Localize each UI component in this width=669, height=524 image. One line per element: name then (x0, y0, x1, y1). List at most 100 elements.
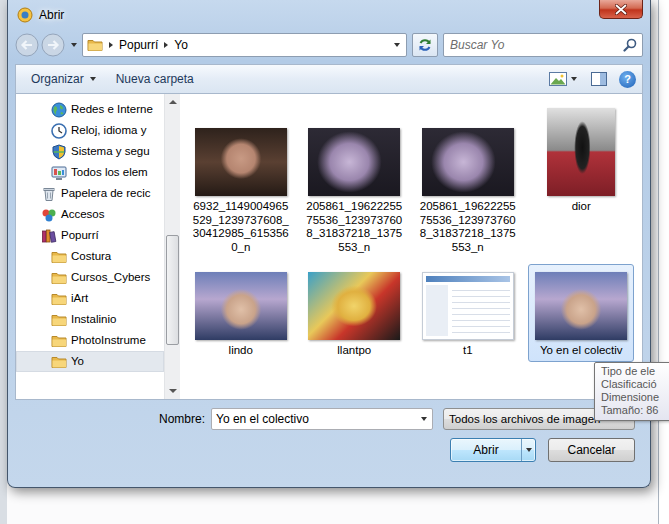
file-item[interactable]: llantpo (301, 264, 407, 362)
new-folder-button[interactable]: Nueva carpeta (107, 69, 203, 90)
file-name[interactable]: 205861_1962225575536_1239737608_31837218… (419, 200, 517, 254)
dialog-app-icon (17, 7, 33, 23)
library-icon (41, 228, 57, 244)
file-item[interactable]: 6932_1149004965529_1239737608_30412985_6… (188, 102, 294, 258)
help-icon[interactable]: ? (619, 71, 636, 88)
tooltip-line: Dimensione (601, 391, 669, 404)
sidebar-label: Redes e Interne (71, 102, 153, 116)
history-buttons (15, 33, 77, 57)
file-name[interactable]: 6932_1149004965529_1239737608_30412985_6… (192, 200, 290, 254)
sidebar-item[interactable]: Popurrí (16, 225, 164, 246)
thumbnail-frame (418, 106, 518, 196)
back-arrow-icon (15, 33, 39, 57)
desktop: Abrir Popurrí Yo Organizar Nueva carpeta? Red… (0, 0, 669, 488)
sidebar-item[interactable]: Todos los elem (16, 162, 164, 183)
forward-button[interactable] (41, 33, 65, 57)
search-box[interactable] (443, 33, 643, 57)
file-name[interactable]: t1 (419, 344, 517, 358)
sidebar-label: Yo (71, 354, 84, 368)
dropdown-arrow-icon[interactable] (526, 448, 532, 452)
recent-pages-dropdown[interactable] (71, 43, 77, 47)
forward-arrow-icon (41, 33, 65, 57)
sidebar-scrollbar[interactable] (164, 94, 180, 399)
breadcrumb-separator-icon[interactable] (109, 42, 113, 48)
thumbnail-frame (531, 106, 631, 196)
dropdown-arrow-icon[interactable] (394, 43, 400, 47)
sidebar-item[interactable]: Papelera de recic (16, 183, 164, 204)
sidebar-item[interactable]: Redes e Interne (16, 99, 164, 120)
photo-thumbnail[interactable] (308, 128, 400, 196)
close-button[interactable] (599, 0, 643, 19)
dropdown-arrow-icon[interactable] (421, 417, 427, 421)
open-button[interactable]: Abrir (450, 438, 536, 462)
scroll-up-button[interactable] (165, 94, 180, 110)
scroll-down-button[interactable] (165, 383, 180, 399)
clock-icon (51, 123, 67, 139)
cancel-button[interactable]: Cancelar (548, 438, 635, 462)
photo-thumbnail[interactable] (547, 108, 615, 196)
photo-thumbnail[interactable] (308, 272, 400, 340)
magnifier-icon[interactable] (623, 38, 637, 52)
dropdown-arrow-icon[interactable] (90, 77, 96, 81)
back-button[interactable] (15, 33, 39, 57)
sidebar-item[interactable]: iArt (16, 288, 164, 309)
file-name-combobox[interactable]: Yo en el colectivo (211, 408, 433, 430)
split-arrow[interactable] (521, 439, 535, 461)
photo-thumbnail[interactable] (195, 272, 287, 340)
photo-thumbnail[interactable] (535, 272, 627, 340)
file-name-label: Nombre: (159, 412, 205, 427)
file-item[interactable]: 205861_1962225575536_1239737608_31837218… (415, 102, 521, 258)
filter-value[interactable]: Todos los archivos de imagen (449, 412, 617, 426)
file-item[interactable]: lindo (188, 264, 294, 362)
file-item[interactable]: t1 (415, 264, 521, 362)
address-bar[interactable]: Popurrí Yo (82, 33, 407, 57)
sidebar-item[interactable]: PhotoInstrume (16, 330, 164, 351)
navigation-bar: Popurrí Yo (15, 30, 643, 64)
sidebar-item[interactable]: Yo (16, 351, 164, 372)
sidebar-item[interactable]: Reloj, idioma y (16, 120, 164, 141)
toolbar-label: Nueva carpeta (116, 72, 194, 87)
breadcrumb[interactable]: Yo (174, 38, 188, 53)
pane-splitter[interactable] (180, 94, 186, 399)
file-item[interactable]: dior (528, 102, 634, 258)
scroll-thumb[interactable] (166, 235, 179, 345)
up-arrow-icon (169, 100, 177, 104)
thumbnail-frame (304, 268, 404, 340)
dropdown-arrow-icon[interactable] (571, 77, 577, 81)
search-input[interactable] (450, 38, 619, 53)
screenshot-thumbnail[interactable] (422, 272, 514, 340)
photo-thumbnail[interactable] (422, 128, 514, 196)
file-name[interactable]: 205861_1962225575536_1239737608_31837218… (305, 200, 403, 254)
file-name[interactable]: Yo en el colectiv (532, 344, 630, 358)
navigation-pane: Redes e Interne Reloj, idioma ySistema y … (16, 94, 180, 399)
dropdown-arrow-icon[interactable] (71, 43, 77, 47)
breadcrumb[interactable]: Popurrí (119, 38, 158, 53)
refresh-icon (417, 37, 433, 53)
organize-button[interactable]: Organizar (22, 69, 105, 90)
toolbar-label: Organizar (31, 72, 84, 87)
sidebar-item[interactable]: Costura (16, 246, 164, 267)
file-name[interactable]: lindo (192, 344, 290, 358)
file-item[interactable]: Yo en el colectiv (528, 264, 634, 362)
address-dropdown[interactable] (388, 34, 406, 56)
view-button[interactable] (543, 69, 583, 89)
controlpanel-icon (51, 165, 67, 181)
file-name-row: Nombre: Yo en el colectivo Todos los archi… (15, 408, 635, 430)
file-name-value[interactable]: Yo en el colectivo (216, 412, 415, 427)
preview-pane-button[interactable] (585, 69, 613, 89)
security-icon (51, 144, 67, 160)
file-name[interactable]: llantpo (305, 344, 403, 358)
screenshot-titlebar (426, 276, 510, 282)
sidebar-item[interactable]: Cursos_Cybers (16, 267, 164, 288)
command-bar: Organizar Nueva carpeta? (15, 64, 643, 94)
sidebar-item[interactable]: Sistema y segu (16, 141, 164, 162)
sidebar-item[interactable]: Accesos (16, 204, 164, 225)
breadcrumb-separator-icon[interactable] (164, 42, 168, 48)
scroll-track[interactable] (165, 110, 180, 383)
file-name[interactable]: dior (532, 200, 630, 214)
sidebar-item[interactable]: Instalinio (16, 309, 164, 330)
file-item[interactable]: 205861_1962225575536_1239737608_31837218… (301, 102, 407, 258)
refresh-button[interactable] (412, 33, 438, 57)
photo-thumbnail[interactable] (195, 128, 287, 196)
file-name-dropdown[interactable] (415, 409, 432, 429)
